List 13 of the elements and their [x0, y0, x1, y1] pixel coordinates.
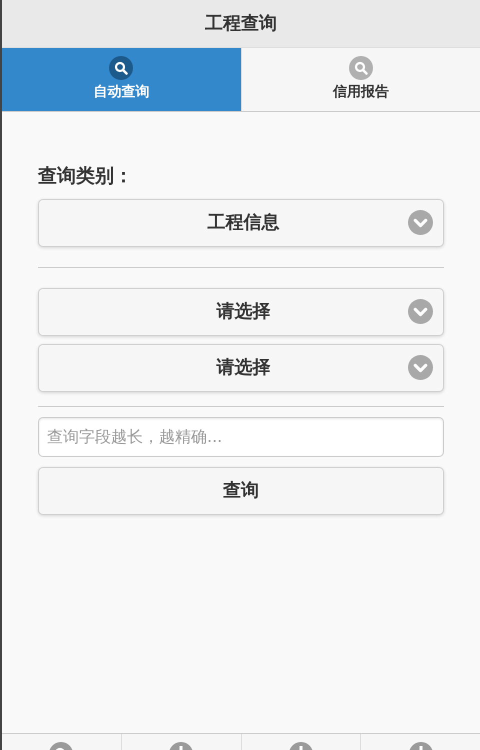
search-field[interactable]: 查询字段越长，越精确...	[38, 416, 444, 456]
tab[interactable]: 自动查询	[2, 48, 240, 111]
select-dropdown[interactable]: 工程信息	[38, 198, 444, 246]
page-title: 工程查询	[205, 12, 277, 36]
chevron-down-icon	[408, 355, 433, 380]
chevron-down-icon	[408, 210, 433, 235]
select-dropdown[interactable]: 请选择	[38, 344, 444, 392]
search-icon	[109, 56, 134, 80]
query-button[interactable]: 查询	[38, 466, 444, 514]
select-dropdown[interactable]: 请选择	[38, 288, 444, 336]
search-icon	[348, 56, 373, 80]
chevron-down-icon	[408, 299, 433, 324]
query-type-label: 查询类别：	[38, 164, 134, 189]
